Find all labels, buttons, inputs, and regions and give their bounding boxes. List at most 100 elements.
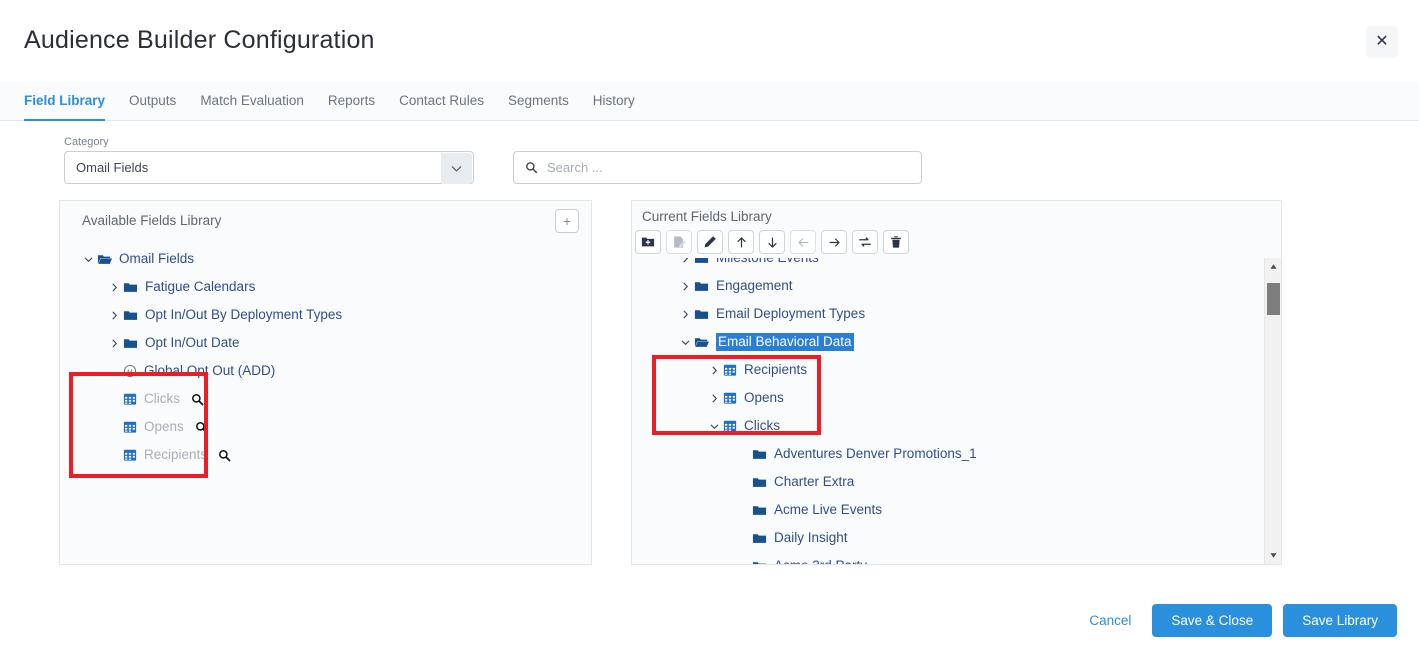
category-label: Category (64, 136, 474, 148)
current-fields-tree: Milestone EventsEngagementEmail Deployme… (632, 258, 1252, 564)
scroll-down-icon[interactable] (1265, 547, 1282, 564)
folder-icon (123, 280, 138, 295)
search-box[interactable] (513, 151, 922, 184)
tab-segments[interactable]: Segments (508, 82, 581, 121)
tree-node[interactable]: Engagement (632, 272, 1252, 300)
chevron-right-icon[interactable] (706, 365, 723, 376)
tab-list: Field Library Outputs Match Evaluation Repo… (24, 82, 659, 121)
folder-open-icon (97, 252, 112, 267)
move-right-button[interactable] (821, 230, 847, 254)
folder-icon (694, 279, 709, 294)
cancel-button[interactable]: Cancel (1079, 607, 1141, 634)
folder-icon (694, 307, 709, 322)
tree-node[interactable]: Charter Extra (632, 468, 1252, 496)
scroll-up-icon[interactable] (1265, 258, 1282, 275)
magnifier-icon[interactable] (191, 393, 204, 406)
tree-node[interactable]: Adventures Denver Promotions_1 (632, 440, 1252, 468)
tree-node-label: Adventures Denver Promotions_1 (774, 447, 977, 461)
folder-icon (752, 475, 767, 490)
folder-icon (752, 531, 767, 546)
add-folder-button[interactable] (635, 230, 661, 254)
tree-node-label: Omail Fields (119, 252, 194, 266)
tree-node-label: Acme 3rd Party (774, 559, 867, 564)
table-icon (723, 391, 737, 405)
search-input[interactable] (547, 160, 887, 175)
available-fields-panel: Available Fields Library + Omail Fields F… (59, 200, 592, 565)
move-up-button[interactable] (728, 230, 754, 254)
tree-node-label: Charter Extra (774, 475, 854, 489)
tree-node[interactable]: Email Behavioral Data (632, 328, 1252, 356)
chevron-right-icon[interactable] (106, 282, 123, 293)
tree-node[interactable]: Acme 3rd Party (632, 552, 1252, 564)
tree-node-label: Opens (144, 420, 184, 434)
chevron-right-icon[interactable] (106, 338, 123, 349)
tree-node[interactable]: Acme Live Events (632, 496, 1252, 524)
tree-node[interactable]: Clicks (60, 385, 591, 413)
move-down-button[interactable] (759, 230, 785, 254)
tree-node[interactable]: Opt In/Out By Deployment Types (60, 301, 591, 329)
refresh-button[interactable] (852, 230, 878, 254)
current-fields-heading: Current Fields Library (642, 209, 772, 224)
tree-node[interactable]: Milestone Events (632, 258, 1252, 272)
tree-scrollbar[interactable] (1264, 258, 1281, 564)
tree-node[interactable]: M Global Opt Out (ADD) (60, 357, 591, 385)
tree-node-label: Opens (744, 391, 784, 405)
tree-node[interactable]: Email Deployment Types (632, 300, 1252, 328)
tree-node-label: Recipients (144, 448, 207, 462)
page-title: Audience Builder Configuration (24, 26, 375, 55)
current-fields-toolbar (635, 230, 909, 254)
tree-node[interactable]: Fatigue Calendars (60, 273, 591, 301)
tree-node[interactable]: Opens (60, 413, 591, 441)
search-icon (525, 161, 538, 174)
chevron-right-icon[interactable] (677, 281, 694, 292)
chevron-down-icon[interactable] (706, 421, 723, 432)
audience-builder-dialog: Audience Builder Configuration ✕ Field L… (0, 0, 1419, 651)
tree-node-label: Clicks (144, 392, 180, 406)
svg-text:M: M (127, 369, 132, 376)
rename-button[interactable] (697, 230, 723, 254)
save-library-button[interactable]: Save Library (1283, 604, 1397, 637)
tree-node-label: Opt In/Out Date (145, 336, 240, 350)
category-selected-value: Omail Fields (65, 160, 148, 175)
table-icon (123, 420, 137, 434)
available-fields-heading: Available Fields Library (82, 213, 221, 228)
tree-node[interactable]: Daily Insight (632, 524, 1252, 552)
tree-node-label: Recipients (744, 363, 807, 377)
tab-history[interactable]: History (593, 82, 647, 121)
delete-button[interactable] (883, 230, 909, 254)
tab-match-evaluation[interactable]: Match Evaluation (200, 82, 316, 121)
save-and-close-button[interactable]: Save & Close (1152, 604, 1272, 637)
tree-node[interactable]: Opens (632, 384, 1252, 412)
scrollbar-thumb[interactable] (1267, 283, 1280, 315)
tab-reports[interactable]: Reports (328, 82, 387, 121)
chevron-right-icon[interactable] (706, 393, 723, 404)
chevron-down-icon[interactable] (677, 337, 694, 348)
folder-open-icon (694, 335, 709, 350)
tree-node[interactable]: Opt In/Out Date (60, 329, 591, 357)
table-icon (723, 419, 737, 433)
magnifier-icon[interactable] (218, 449, 231, 462)
tree-node[interactable]: Omail Fields (60, 245, 591, 273)
add-field-button[interactable]: + (555, 209, 579, 233)
chevron-down-icon (441, 153, 472, 184)
chevron-down-icon[interactable] (80, 254, 97, 265)
tree-node-label: Daily Insight (774, 531, 848, 545)
dialog-footer: Cancel Save & Close Save Library (1079, 604, 1397, 637)
tab-contact-rules[interactable]: Contact Rules (399, 82, 496, 121)
tree-node[interactable]: Recipients (632, 356, 1252, 384)
close-icon[interactable]: ✕ (1366, 26, 1398, 58)
chevron-right-icon[interactable] (677, 258, 694, 264)
magnifier-icon[interactable] (195, 421, 208, 434)
chevron-right-icon[interactable] (106, 310, 123, 321)
folder-icon (694, 258, 709, 266)
tab-field-library[interactable]: Field Library (24, 82, 117, 121)
edit-document-button (666, 230, 692, 254)
folder-icon (752, 559, 767, 565)
tab-outputs[interactable]: Outputs (129, 82, 188, 121)
tree-node[interactable]: Recipients (60, 441, 591, 469)
table-icon (123, 392, 137, 406)
chevron-right-icon[interactable] (677, 309, 694, 320)
tree-node-label: Global Opt Out (ADD) (144, 364, 275, 378)
category-select[interactable]: Omail Fields (64, 151, 474, 184)
tree-node[interactable]: Clicks (632, 412, 1252, 440)
